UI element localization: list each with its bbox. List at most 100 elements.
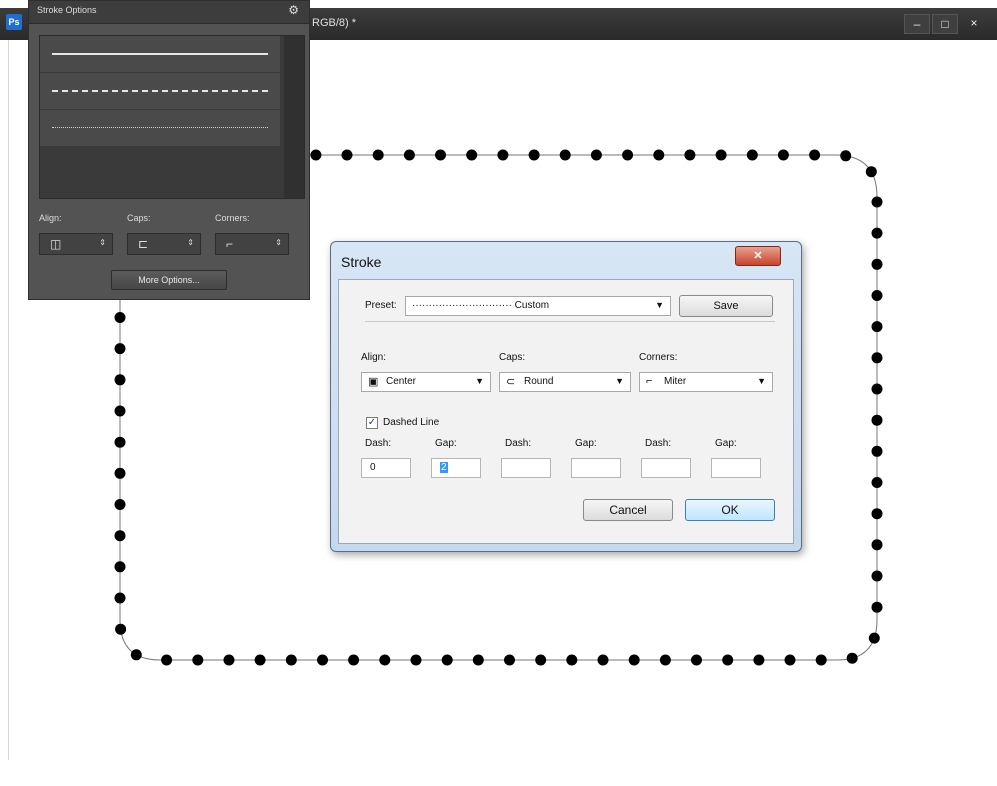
panel-title: Stroke Options	[37, 5, 97, 15]
preset-dotted-line[interactable]	[40, 110, 280, 147]
stroke-dot	[379, 654, 391, 666]
stroke-dot	[871, 508, 883, 520]
stroke-dot	[115, 623, 127, 635]
align-value: Center	[386, 376, 417, 387]
stroke-dot	[691, 654, 702, 666]
cancel-button[interactable]: Cancel	[583, 499, 673, 521]
stroke-dot	[441, 654, 453, 666]
preset-solid-line[interactable]	[40, 36, 280, 73]
stroke-dot	[497, 149, 509, 161]
stroke-dot	[559, 149, 571, 161]
preset-select[interactable]: ······························ Custom ▼	[405, 296, 671, 316]
preset-label: Preset:	[365, 300, 397, 311]
align-select[interactable]: ◫ ⇕	[39, 233, 113, 255]
stroke-dot	[466, 149, 478, 161]
dash-label-2: Dash:	[505, 438, 532, 449]
stroke-dot	[871, 477, 883, 488]
stroke-dot	[161, 654, 173, 666]
stroke-options-panel: Stroke Options ⚙ Align: Caps: Corners: ◫…	[28, 0, 310, 300]
stroke-dot	[871, 601, 883, 613]
stroke-dot	[868, 632, 880, 644]
more-options-button[interactable]: More Options...	[111, 270, 227, 290]
stroke-dot	[871, 414, 883, 426]
stroke-dot	[753, 654, 765, 666]
dialog-body: Preset: ······························ C…	[338, 279, 794, 544]
preset-value: ······························ Custom	[412, 300, 550, 311]
stroke-dot	[114, 405, 126, 417]
stroke-dot	[722, 654, 734, 666]
dialog-title: Stroke	[341, 254, 382, 270]
gap-label-3: Gap:	[715, 438, 737, 449]
dash-label-3: Dash:	[645, 438, 672, 449]
caps-label: Caps:	[499, 352, 526, 363]
ok-button[interactable]: OK	[685, 499, 775, 521]
align-label: Align:	[361, 352, 387, 363]
stroke-dot	[653, 149, 665, 161]
stroke-dot	[130, 649, 142, 661]
corners-value: Miter	[664, 376, 687, 387]
align-label: Align:	[39, 213, 62, 223]
stroke-dot	[114, 592, 126, 604]
close-icon[interactable]: ✕	[735, 246, 781, 266]
stroke-dot	[192, 654, 204, 666]
stroke-dot	[865, 166, 877, 178]
stroke-dot	[784, 654, 796, 666]
stroke-dot	[715, 149, 727, 161]
stroke-dialog: Stroke ✕ Preset: ·······················…	[330, 241, 802, 552]
align-select[interactable]: ▣ Center ▼	[361, 372, 491, 392]
preset-list-scrollbar[interactable]	[284, 36, 304, 198]
stroke-dot	[871, 570, 883, 582]
stroke-dot	[659, 654, 671, 666]
stroke-dot	[114, 374, 126, 386]
gap-field-1[interactable]: 2	[431, 458, 481, 478]
dash-field-3[interactable]	[641, 458, 691, 478]
stroke-dot	[114, 561, 126, 573]
stroke-dot	[114, 343, 126, 355]
stroke-dot	[114, 312, 126, 323]
stroke-dot	[871, 383, 883, 395]
stroke-dot	[528, 149, 540, 161]
stroke-dot	[746, 149, 758, 161]
gap-field-2[interactable]	[571, 458, 621, 478]
caps-value: Round	[524, 376, 554, 387]
save-button[interactable]: Save	[679, 295, 773, 317]
caps-select[interactable]: ⊂ Round ▼	[499, 372, 631, 392]
stroke-dot	[840, 150, 852, 162]
corners-icon: ⌐	[226, 237, 234, 251]
stroke-dot	[317, 654, 328, 666]
stroke-dot	[310, 149, 322, 161]
stroke-dot	[871, 258, 883, 270]
gap-field-3[interactable]	[711, 458, 761, 478]
gap-label-1: Gap:	[435, 438, 457, 449]
stroke-dot	[114, 499, 126, 510]
stroke-dot	[341, 149, 353, 161]
caps-select[interactable]: ⊏ ⇕	[127, 233, 201, 255]
dash-field-2[interactable]	[501, 458, 551, 478]
stroke-dot	[809, 149, 821, 161]
align-center-icon: ▣	[368, 376, 379, 388]
preset-dashed-line[interactable]	[40, 73, 280, 110]
stroke-dot	[372, 149, 384, 161]
stroke-dot	[590, 149, 602, 161]
caps-icon: ⊏	[138, 237, 149, 251]
round-cap-icon: ⊂	[506, 376, 516, 388]
stroke-dot	[114, 467, 126, 479]
stroke-dot	[815, 654, 827, 666]
chevron-down-icon: ▼	[655, 300, 664, 310]
corners-label: Corners:	[215, 213, 250, 223]
corners-select[interactable]: ⌐ ⇕	[215, 233, 289, 255]
stroke-dot	[597, 654, 609, 666]
stroke-dot	[114, 436, 126, 448]
chevron-down-icon: ▼	[757, 376, 766, 386]
stroke-dot	[223, 654, 235, 666]
stroke-dot	[622, 149, 634, 161]
gear-icon[interactable]: ⚙	[288, 3, 299, 17]
dash-field-1[interactable]: 0	[361, 458, 411, 478]
corners-select[interactable]: ⌐ Miter ▼	[639, 372, 773, 392]
chevron-down-icon: ▼	[615, 376, 624, 386]
stroke-dot	[871, 352, 883, 364]
dashed-line-checkbox[interactable]: ✓	[366, 417, 378, 429]
stroke-dot	[403, 149, 415, 161]
stroke-dot	[435, 149, 446, 161]
stroke-dot	[472, 654, 484, 666]
